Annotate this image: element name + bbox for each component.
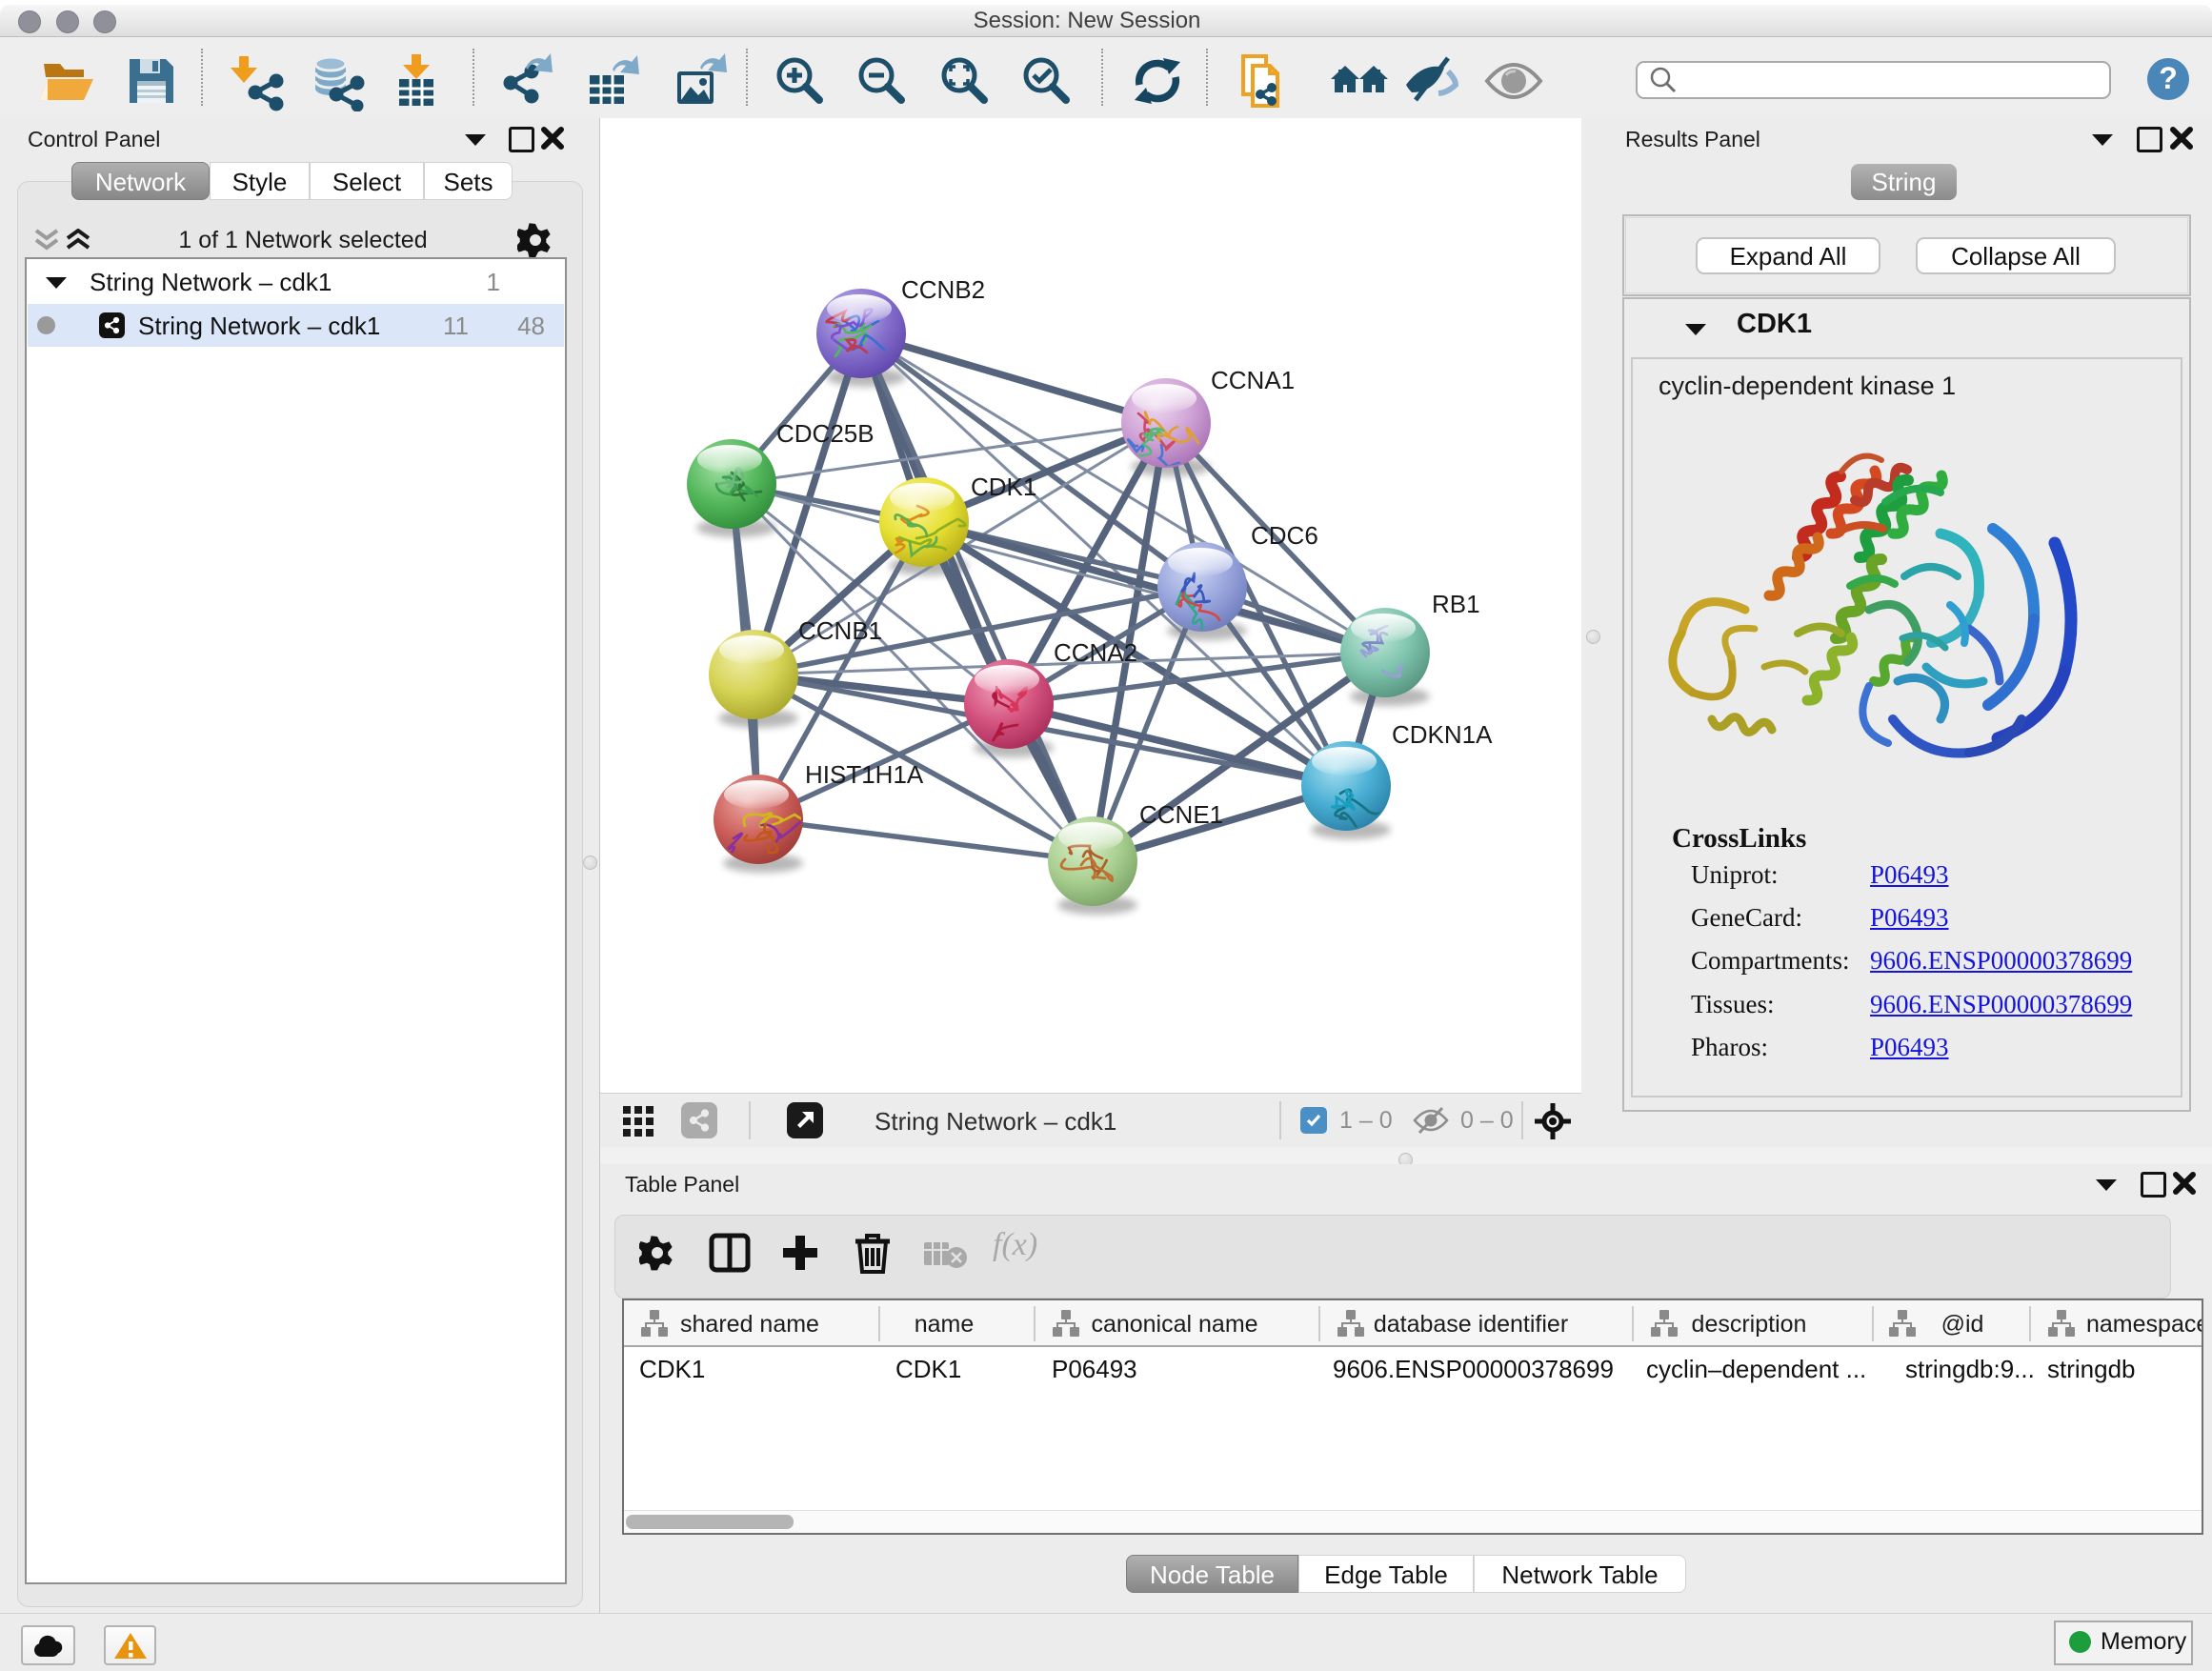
svg-text:CCNA2: CCNA2 — [1054, 638, 1137, 667]
svg-text:CDC6: CDC6 — [1251, 521, 1318, 550]
svg-text:CCNA1: CCNA1 — [1211, 366, 1295, 394]
svg-text:CDC25B: CDC25B — [776, 419, 875, 448]
svg-text:CDKN1A: CDKN1A — [1392, 720, 1493, 749]
svg-text:?: ? — [2159, 61, 2178, 95]
svg-text:RB1: RB1 — [1432, 590, 1480, 618]
svg-text:CCNB2: CCNB2 — [901, 275, 985, 304]
svg-text:CDK1: CDK1 — [971, 473, 1036, 501]
svg-text:CCNB1: CCNB1 — [798, 616, 882, 645]
svg-text:CCNE1: CCNE1 — [1139, 800, 1223, 829]
svg-text:HIST1H1A: HIST1H1A — [805, 760, 924, 789]
